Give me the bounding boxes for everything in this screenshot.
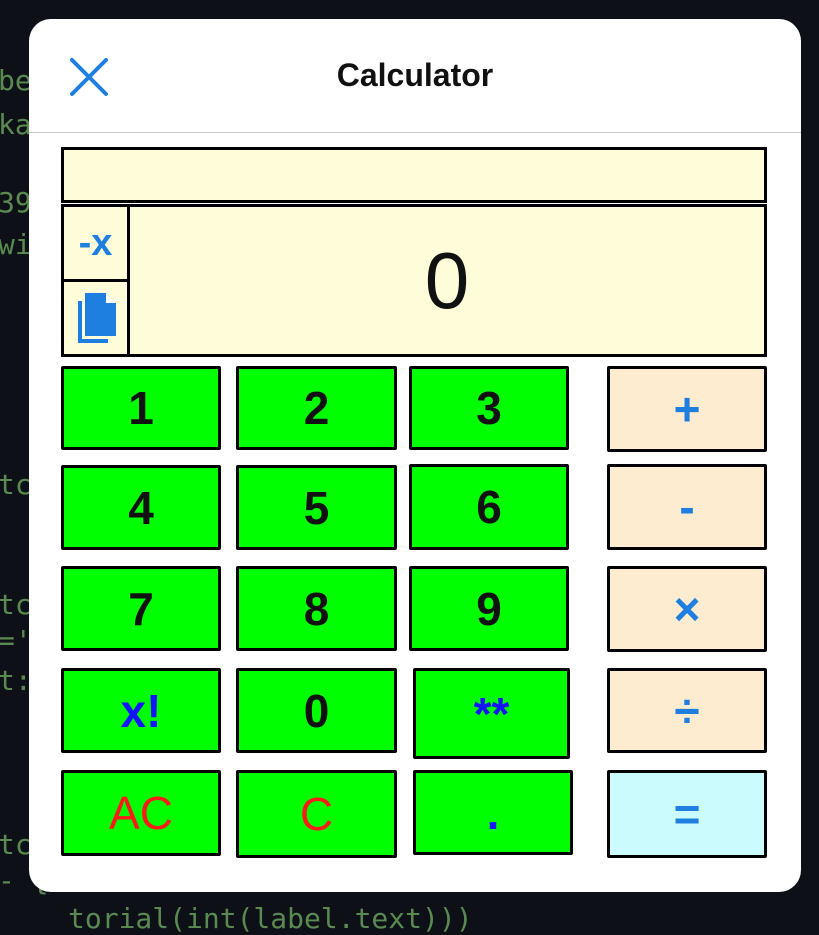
negate-button[interactable]: -x: [64, 207, 130, 282]
display-value: 0: [424, 235, 470, 325]
key-1[interactable]: 1: [61, 366, 221, 450]
copy-button[interactable]: [64, 282, 130, 354]
code-line: t:: [0, 664, 32, 697]
key-equals[interactable]: =: [607, 770, 767, 858]
key-0[interactable]: 0: [236, 668, 397, 753]
copy-icon: [77, 293, 116, 343]
key-4[interactable]: 4: [61, 465, 221, 550]
key-all-clear[interactable]: AC: [61, 770, 221, 856]
key-5[interactable]: 5: [236, 465, 397, 550]
key-9[interactable]: 9: [409, 566, 569, 651]
key-divide[interactable]: ÷: [607, 668, 767, 753]
expression-field: [61, 147, 767, 203]
key-7[interactable]: 7: [61, 566, 221, 651]
key-minus[interactable]: -: [607, 464, 767, 550]
key-3[interactable]: 3: [409, 366, 569, 450]
display-panel: -x 0: [61, 204, 767, 357]
code-line: be: [0, 64, 32, 97]
key-multiply[interactable]: ×: [607, 566, 767, 652]
close-button[interactable]: [67, 55, 111, 99]
key-factorial[interactable]: x!: [61, 668, 221, 753]
code-line: 39: [0, 186, 32, 219]
key-8[interactable]: 8: [236, 566, 397, 651]
key-plus[interactable]: +: [607, 366, 767, 452]
close-icon: [70, 58, 108, 96]
key-6[interactable]: 6: [409, 464, 569, 550]
key-decimal[interactable]: .: [413, 770, 573, 855]
dialog-title: Calculator: [336, 57, 494, 93]
key-2[interactable]: 2: [236, 366, 397, 450]
dialog-header: Calculator: [29, 19, 801, 133]
code-line: =': [0, 624, 32, 657]
key-power[interactable]: **: [413, 668, 570, 759]
code-line: torial(int(label.text))): [68, 902, 473, 935]
key-clear[interactable]: C: [236, 770, 397, 858]
calculator-dialog: Calculator -x 0 1 2 3 + 4 5 6 - 7 8 9 × …: [29, 19, 801, 892]
